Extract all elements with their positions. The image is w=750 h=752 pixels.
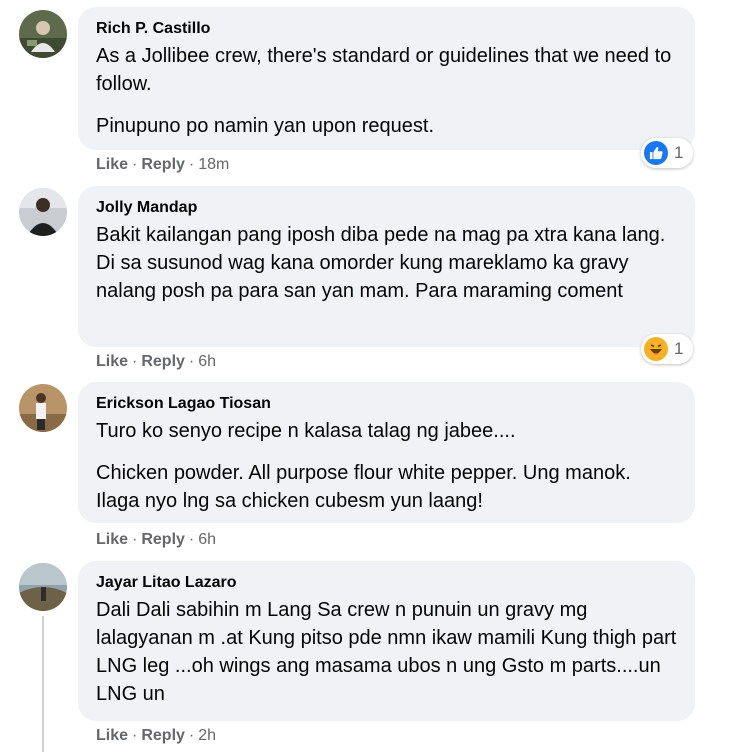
comment-timestamp[interactable]: 6h — [198, 353, 216, 370]
avatar[interactable] — [19, 10, 67, 58]
separator: · — [132, 727, 138, 744]
reply-button[interactable]: Reply — [141, 156, 185, 173]
like-button[interactable]: Like — [96, 531, 128, 548]
like-icon — [644, 141, 668, 165]
like-button[interactable]: Like — [96, 353, 128, 370]
reaction-badge[interactable]: 1 — [641, 138, 693, 168]
comment-text: Pinupuno po namin yan upon request. — [96, 115, 435, 137]
comment-author[interactable]: Erickson Lagao Tiosan — [96, 394, 677, 414]
separator: · — [132, 156, 138, 173]
comment-timestamp[interactable]: 6h — [198, 531, 216, 548]
like-button[interactable]: Like — [96, 156, 128, 173]
separator: · — [188, 727, 195, 744]
comment-actions: Like · Reply · 6h — [96, 352, 216, 372]
haha-icon — [644, 337, 668, 361]
avatar[interactable] — [19, 188, 67, 236]
avatar[interactable] — [19, 563, 67, 611]
comment-actions: Like · Reply · 2h — [96, 726, 216, 746]
comment-timestamp[interactable]: 2h — [198, 727, 216, 744]
separator: · — [132, 531, 138, 548]
reaction-badge[interactable]: 1 — [641, 334, 693, 364]
reaction-count: 1 — [674, 339, 684, 358]
thread-line — [42, 616, 44, 752]
reaction-count: 1 — [674, 143, 684, 162]
avatar[interactable] — [19, 384, 67, 432]
separator: · — [188, 156, 195, 173]
comment-text: As a Jollibee crew, there's standard or … — [96, 45, 672, 95]
reply-button[interactable]: Reply — [141, 353, 185, 370]
comment-timestamp[interactable]: 18m — [198, 156, 229, 173]
separator: · — [188, 531, 195, 548]
separator: · — [132, 353, 138, 370]
comment-bubble: Jayar Litao Lazaro Dali Dali sabihin m L… — [78, 561, 695, 721]
comment-text: Chicken powder. All purpose flour white … — [96, 462, 631, 512]
separator: · — [188, 353, 195, 370]
comment-actions: Like · Reply · 6h — [96, 530, 216, 550]
comment-bubble: Rich P. Castillo As a Jollibee crew, the… — [78, 7, 695, 150]
reply-button[interactable]: Reply — [141, 727, 185, 744]
like-button[interactable]: Like — [96, 727, 128, 744]
comment-text: Turo ko senyo recipe n kalasa talag ng j… — [96, 420, 516, 442]
comment-bubble: Jolly Mandap Bakit kailangan pang iposh … — [78, 186, 695, 347]
comment-text: Bakit kailangan pang iposh diba pede na … — [96, 224, 666, 302]
comment-author[interactable]: Jayar Litao Lazaro — [96, 573, 677, 593]
comment-actions: Like · Reply · 18m — [96, 155, 229, 175]
comment-bubble: Erickson Lagao Tiosan Turo ko senyo reci… — [78, 382, 695, 523]
comment-author[interactable]: Jolly Mandap — [96, 198, 677, 218]
comment-author[interactable]: Rich P. Castillo — [96, 19, 677, 39]
comment-text: Dali Dali sabihin m Lang Sa crew n punui… — [96, 599, 677, 705]
reply-button[interactable]: Reply — [141, 531, 185, 548]
